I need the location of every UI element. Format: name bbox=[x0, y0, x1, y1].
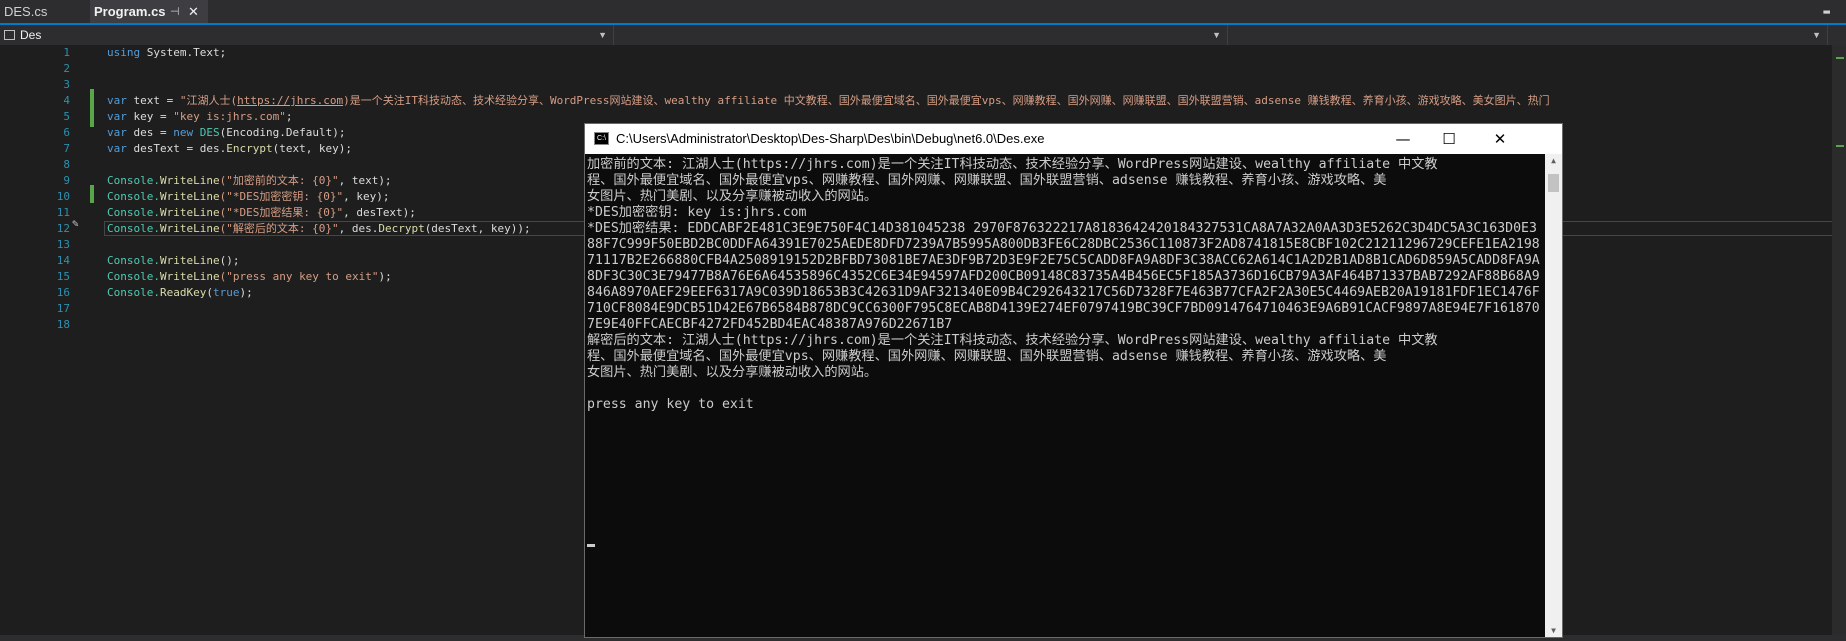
line-number: 2 bbox=[63, 62, 70, 75]
line-number: 16 bbox=[56, 286, 70, 299]
scrollbar-change-mark bbox=[1836, 57, 1844, 59]
editor-vertical-scrollbar[interactable] bbox=[1832, 45, 1846, 635]
console-cursor bbox=[587, 544, 595, 547]
chevron-down-icon: ▼ bbox=[1812, 30, 1821, 40]
line-number: 11 bbox=[56, 206, 70, 219]
console-line: 女图片、热门美剧、以及分享赚被动收入的网站。 bbox=[587, 189, 878, 204]
line-number: 10 bbox=[56, 190, 70, 203]
line-number: 3 bbox=[63, 78, 70, 91]
tab-label: DES.cs bbox=[4, 4, 48, 19]
scroll-up-icon[interactable]: ▲ bbox=[1545, 156, 1562, 165]
console-line: 程、国外最便宜域名、国外最便宜vps、网赚教程、国外网赚、网赚联盟、国外联盟营销… bbox=[587, 349, 1387, 364]
console-vertical-scrollbar[interactable]: ▲ ▼ bbox=[1545, 154, 1562, 637]
scrollbar-change-mark bbox=[1836, 145, 1844, 147]
minimize-button[interactable]: — bbox=[1380, 124, 1426, 154]
line-number: 14 bbox=[56, 254, 70, 267]
url-link[interactable]: https://jhrs.com bbox=[237, 94, 343, 107]
code-line-12: Console.WriteLine("解密后的文本: {0}", des.Dec… bbox=[107, 222, 531, 235]
console-line: press any key to exit bbox=[587, 397, 754, 412]
member-dropdown[interactable]: ▼ bbox=[1228, 25, 1828, 45]
scroll-down-icon[interactable]: ▼ bbox=[1545, 626, 1562, 635]
line-number: 5 bbox=[63, 110, 70, 123]
pin-icon[interactable]: ⊣ bbox=[170, 0, 180, 24]
code-line-1: using System.Text; bbox=[107, 46, 227, 59]
scroll-thumb[interactable] bbox=[1548, 174, 1559, 192]
console-line: 8DF3C30C3E79477B8A76E6A64535896C4352C6E3… bbox=[587, 269, 1540, 284]
line-number: 18 bbox=[56, 318, 70, 331]
console-line: 846A8970AEF29EEF6317A9C039D18653B3C42631… bbox=[587, 285, 1540, 300]
document-tab-bar: DES.cs Program.cs ⊣ ✕ ▬ bbox=[0, 0, 1846, 25]
console-line: 7E9E40FFCAECBF4272FD452BD4EAC48387A976D2… bbox=[587, 317, 953, 332]
console-window[interactable]: C:\ C:\Users\Administrator\Desktop\Des-S… bbox=[584, 123, 1563, 638]
code-line-5: var key = "key is:jhrs.com"; bbox=[107, 110, 293, 123]
type-dropdown[interactable]: ▼ bbox=[614, 25, 1228, 45]
maximize-button[interactable]: ☐ bbox=[1426, 124, 1472, 154]
console-line: 71117B2E266880CFB4A2508919152D2BFBD73081… bbox=[587, 253, 1540, 268]
tab-des-cs[interactable]: DES.cs bbox=[4, 0, 47, 24]
close-icon[interactable]: ✕ bbox=[188, 0, 199, 24]
line-number: 8 bbox=[63, 158, 70, 171]
console-line: *DES加密结果: EDDCABF2E481C3E9E750F4C14D3810… bbox=[587, 221, 1537, 236]
line-number: 6 bbox=[63, 126, 70, 139]
chevron-down-icon: ▼ bbox=[1212, 30, 1221, 40]
line-number: 1 bbox=[63, 46, 70, 59]
screwdriver-icon[interactable]: ✎ bbox=[72, 217, 79, 230]
code-line-10: Console.WriteLine("*DES加密密钥: {0}", key); bbox=[107, 190, 390, 203]
console-title-bar[interactable]: C:\ C:\Users\Administrator\Desktop\Des-S… bbox=[585, 124, 1562, 154]
code-line-9: Console.WriteLine("加密前的文本: {0}", text); bbox=[107, 174, 392, 187]
chevron-down-icon: ▼ bbox=[598, 30, 607, 40]
code-line-4: var text = "江湖人士(https://jhrs.com)是一个关注I… bbox=[107, 94, 1550, 107]
console-app-icon: C:\ bbox=[594, 132, 609, 145]
code-line-6: var des = new DES(Encoding.Default); bbox=[107, 126, 346, 139]
console-line: 程、国外最便宜域名、国外最便宜vps、网赚教程、国外网赚、网赚联盟、国外联盟营销… bbox=[587, 173, 1387, 188]
console-line: 88F7C999F50EBD2BC0DDFA64391E7025AEDE8DFD… bbox=[587, 237, 1540, 252]
code-line-15: Console.WriteLine("press any key to exit… bbox=[107, 270, 392, 283]
line-number-gutter: 1 2 3 4 5 6 7 8 9 10 11 12 13 14 15 16 1… bbox=[0, 45, 80, 635]
code-line-14: Console.WriteLine(); bbox=[107, 254, 240, 267]
line-number: 9 bbox=[63, 174, 70, 187]
line-number: 4 bbox=[63, 94, 70, 107]
code-line-11: Console.WriteLine("*DES加密结果: {0}", desTe… bbox=[107, 206, 416, 219]
project-dropdown[interactable]: Des ▼ bbox=[0, 25, 614, 45]
namespace-icon bbox=[4, 30, 15, 40]
console-line: *DES加密密钥: key is:jhrs.com bbox=[587, 205, 807, 220]
project-dropdown-label: Des bbox=[20, 28, 42, 42]
console-line: 女图片、热门美剧、以及分享赚被动收入的网站。 bbox=[587, 365, 878, 380]
tab-label: Program.cs bbox=[94, 4, 166, 19]
tab-program-cs[interactable]: Program.cs ⊣ ✕ bbox=[90, 0, 208, 24]
navigation-bar: Des ▼ ▼ ▼ bbox=[0, 25, 1846, 46]
console-line: 710CF8084E9DCB51D42E67B6584B878DC9CC6300… bbox=[587, 301, 1540, 316]
change-marker bbox=[90, 89, 94, 127]
line-number: 13 bbox=[56, 238, 70, 251]
console-line: 解密后的文本: 江湖人士(https://jhrs.com)是一个关注IT科技动… bbox=[587, 333, 1438, 348]
code-line-7: var desText = des.Encrypt(text, key); bbox=[107, 142, 353, 155]
console-line: 加密前的文本: 江湖人士(https://jhrs.com)是一个关注IT科技动… bbox=[587, 157, 1438, 172]
line-number: 15 bbox=[56, 270, 70, 283]
change-marker bbox=[90, 185, 94, 203]
console-output: 加密前的文本: 江湖人士(https://jhrs.com)是一个关注IT科技动… bbox=[585, 154, 1545, 637]
code-line-16: Console.ReadKey(true); bbox=[107, 286, 253, 299]
line-number: 17 bbox=[56, 302, 70, 315]
close-window-button[interactable]: ✕ bbox=[1472, 124, 1528, 154]
line-number: 12 bbox=[56, 222, 70, 235]
line-number: 7 bbox=[63, 142, 70, 155]
tab-overflow-icon[interactable]: ▬ bbox=[1823, 0, 1830, 24]
console-title: C:\Users\Administrator\Desktop\Des-Sharp… bbox=[616, 131, 1045, 146]
